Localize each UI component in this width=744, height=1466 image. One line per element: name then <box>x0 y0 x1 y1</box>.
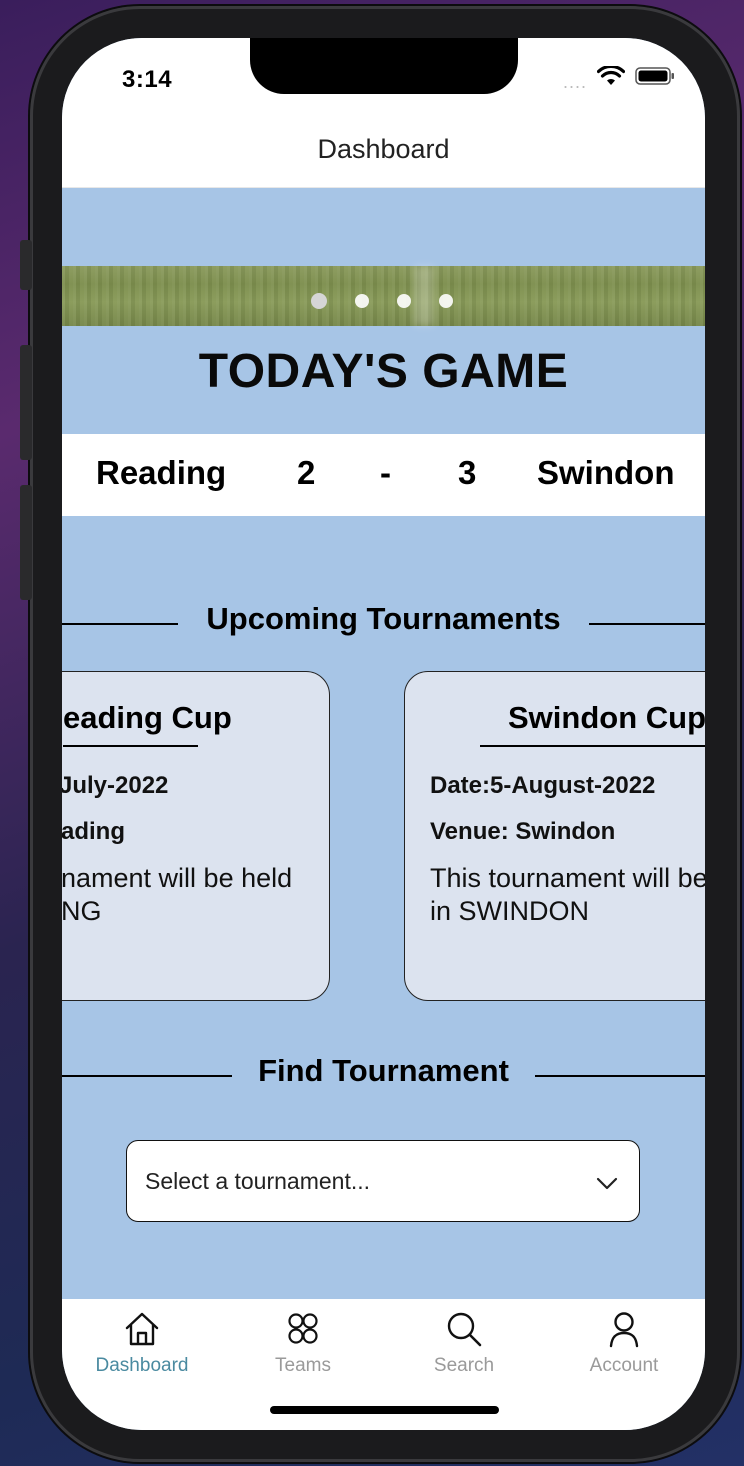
app-screen: 3:14 .... Dashboard TODAY'S GAME Reading… <box>62 38 705 1430</box>
home-icon <box>62 1309 222 1349</box>
carousel-pager[interactable] <box>311 293 453 309</box>
card-description-line: This tournament will be <box>430 863 705 893</box>
tournament-card[interactable]: eading Cup July-2022 ading nament will b… <box>62 671 330 1001</box>
carousel-dot[interactable] <box>439 294 453 308</box>
divider-line <box>535 1075 705 1077</box>
card-date: Date:5-August-2022 <box>430 772 656 799</box>
tab-search[interactable]: Search <box>384 1309 544 1377</box>
status-icons: .... <box>562 64 675 92</box>
tournament-card[interactable]: Swindon Cup Date:5-August-2022 Venue: Sw… <box>404 671 705 1001</box>
tournament-select[interactable]: Select a tournament... <box>126 1140 640 1222</box>
scoreboard: Reading 2 - 3 Swindon <box>62 434 705 516</box>
card-description-line: nament will be held <box>62 863 293 893</box>
home-score: 2 <box>297 454 316 491</box>
image-carousel[interactable] <box>62 266 705 326</box>
wifi-icon <box>596 64 626 91</box>
card-title-underline <box>63 745 198 747</box>
teams-icon <box>223 1309 383 1349</box>
tab-label: Teams <box>275 1355 331 1376</box>
tab-label: Search <box>433 1355 495 1376</box>
dashboard-content[interactable]: TODAY'S GAME Reading 2 - 3 Swindon Upcom… <box>62 189 705 1299</box>
divider-line <box>589 623 705 625</box>
card-date: July-2022 <box>62 772 169 799</box>
tab-dashboard[interactable]: Dashboard <box>62 1309 222 1377</box>
nav-header: Dashboard <box>62 126 705 188</box>
todays-game-heading: TODAY'S GAME <box>198 345 569 398</box>
mute-switch <box>20 240 32 290</box>
volume-down-button <box>20 485 32 600</box>
tab-label: Dashboard <box>95 1355 189 1376</box>
section-title: Upcoming Tournaments <box>206 601 561 636</box>
signal-dots: .... <box>562 71 587 92</box>
card-title-underline <box>480 745 705 747</box>
battery-icon <box>635 66 675 91</box>
carousel-dot[interactable] <box>397 294 411 308</box>
away-score: 3 <box>458 454 477 491</box>
search-icon <box>384 1309 544 1349</box>
home-indicator[interactable] <box>270 1406 499 1414</box>
account-icon <box>544 1309 704 1349</box>
section-title: Find Tournament <box>258 1053 509 1088</box>
page-title: Dashboard <box>317 134 450 164</box>
find-tournament-heading: Find Tournament <box>62 1053 705 1093</box>
select-placeholder: Select a tournament... <box>145 1168 371 1194</box>
status-time: 3:14 <box>122 66 173 93</box>
home-team: Reading <box>96 454 227 491</box>
card-venue: Venue: Swindon <box>430 818 616 845</box>
tab-label: Account <box>589 1355 659 1376</box>
carousel-dot[interactable] <box>311 293 327 309</box>
away-team: Swindon <box>537 454 675 491</box>
card-description-line: NG <box>62 896 102 926</box>
volume-up-button <box>20 345 32 460</box>
card-title: eading Cup <box>63 700 232 735</box>
chevron-down-icon <box>595 1171 619 1195</box>
upcoming-tournaments-heading: Upcoming Tournaments <box>62 601 705 641</box>
card-venue: ading <box>62 818 125 845</box>
score-separator: - <box>380 454 391 491</box>
card-description-line: in SWINDON <box>430 896 590 926</box>
card-title: Swindon Cup <box>508 700 705 735</box>
tab-teams[interactable]: Teams <box>223 1309 383 1377</box>
carousel-dot[interactable] <box>355 294 369 308</box>
notch <box>250 38 518 94</box>
tab-account[interactable]: Account <box>544 1309 704 1377</box>
